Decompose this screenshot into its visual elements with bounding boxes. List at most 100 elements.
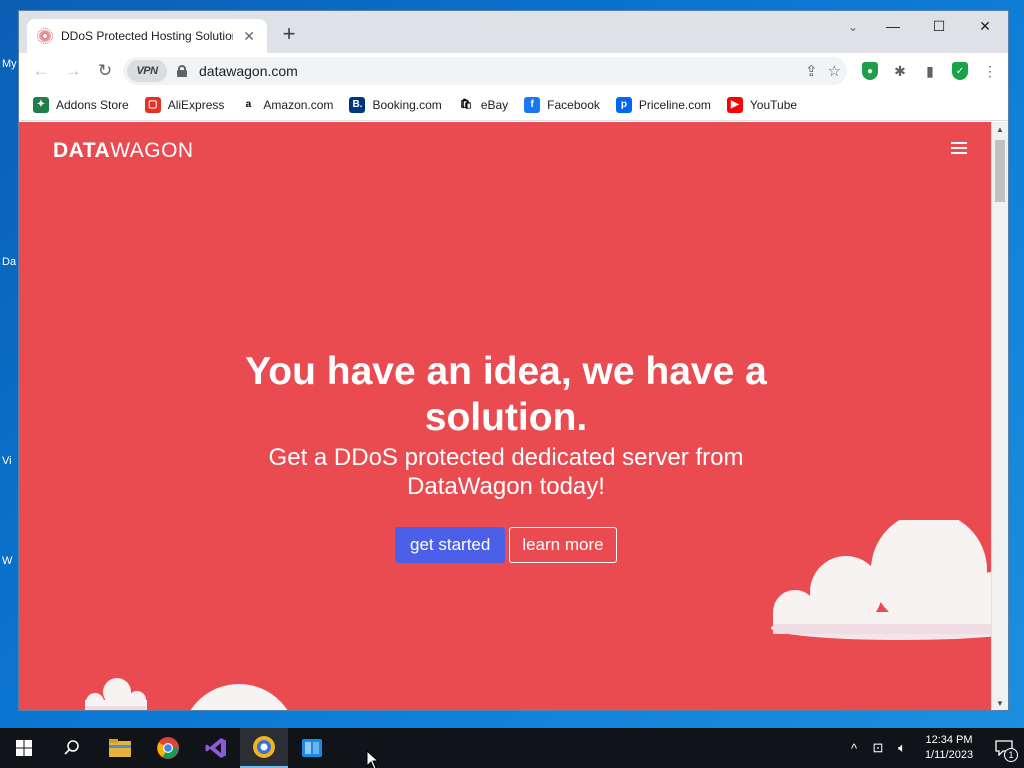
desktop-icon-label[interactable]: My: [2, 58, 17, 70]
bookmark-favicon-icon: p: [615, 96, 632, 113]
tab-title: DDoS Protected Hosting Solution: [61, 29, 234, 43]
desktop-icon-label[interactable]: Vi: [2, 455, 12, 467]
new-tab-button[interactable]: +: [277, 23, 301, 47]
vpn-extension-icon[interactable]: ●: [860, 61, 880, 81]
scroll-down-arrow-icon[interactable]: ▼: [992, 696, 1008, 710]
lock-icon[interactable]: [177, 65, 187, 77]
network-icon[interactable]: ⊡: [866, 740, 890, 756]
hamburger-menu-icon[interactable]: [951, 142, 967, 154]
scroll-thumb[interactable]: [995, 140, 1005, 202]
taskbar: ^ ⊡ 🔈︎ 12:34 PM 1/11/2023 1: [0, 728, 1024, 768]
browser-taskbar-button-active[interactable]: [240, 728, 288, 768]
bookmark-favicon-icon: ✦: [33, 96, 49, 113]
notification-count-badge: 1: [1004, 748, 1018, 762]
bookmark-label: Priceline.com: [638, 97, 711, 112]
volume-icon[interactable]: 🔈︎: [890, 740, 914, 756]
bookmark-favicon-icon: ▶: [726, 96, 743, 113]
bookmark-favicon-icon: f: [524, 96, 541, 113]
bookmark-label: Amazon.com: [263, 97, 334, 112]
side-panel-icon[interactable]: ▮: [920, 61, 940, 81]
bookmark-star-icon[interactable]: ☆: [828, 62, 841, 80]
extension-icons: ● ✱ ▮ ✓ ⋮: [860, 57, 1000, 85]
start-button[interactable]: [0, 728, 48, 768]
desktop-icon-label[interactable]: W: [2, 555, 12, 567]
chevron-up-icon[interactable]: ^: [842, 741, 866, 756]
hero-title: You have an idea, we have a solution.: [19, 349, 993, 441]
clock[interactable]: 12:34 PM 1/11/2023: [914, 733, 984, 763]
cloud-illustration-right: [771, 520, 993, 640]
tab-search-icon[interactable]: ⌄: [838, 17, 868, 37]
reload-button[interactable]: ↻: [89, 55, 121, 87]
hero-title-line: solution.: [424, 396, 588, 439]
bookmark-label: Booking.com: [372, 97, 442, 112]
clock-time: 12:34 PM: [925, 734, 973, 746]
bookmark-favicon-icon: ▢: [144, 96, 161, 113]
bookmark-label: AliExpress: [167, 97, 225, 112]
webpage-hero: DATAWAGON You have an idea, we have a so…: [19, 122, 993, 710]
cloud-illustration-small: [85, 678, 147, 710]
page-scrollbar[interactable]: ▲ ▼: [991, 122, 1008, 710]
bookmarks-bar: ✦ Addons Store ▢ AliExpress a Amazon.com B. Boo…: [19, 89, 1008, 121]
security-shield-icon[interactable]: ✓: [950, 61, 970, 81]
bookmark-item[interactable]: p Priceline.com: [615, 96, 711, 113]
browser-window: DDoS Protected Hosting Solution ✕ + ⌄ — …: [18, 10, 1009, 711]
hero-subtitle-line: Get a DDoS protected dedicated server fr…: [268, 444, 744, 471]
site-logo[interactable]: DATAWAGON: [53, 139, 194, 163]
learn-more-button[interactable]: learn more: [509, 527, 617, 563]
visual-studio-icon: [205, 738, 226, 758]
clock-date: 1/11/2023: [924, 749, 974, 761]
windows-logo-icon: [16, 740, 32, 756]
logo-light-text: WAGON: [110, 139, 194, 162]
bookmark-item[interactable]: f Facebook: [524, 96, 600, 113]
bookmark-item[interactable]: ✦ Addons Store: [33, 96, 129, 113]
folder-icon: [109, 739, 131, 757]
search-icon: [64, 740, 79, 755]
cloud-illustration-bottom: [190, 684, 288, 710]
extensions-puzzle-icon[interactable]: ✱: [890, 61, 910, 81]
scroll-up-arrow-icon[interactable]: ▲: [992, 122, 1008, 138]
bookmark-label: YouTube: [749, 97, 798, 112]
maximize-button[interactable]: ☐: [916, 11, 962, 41]
bookmark-favicon-icon: a: [240, 96, 257, 113]
bookmark-item[interactable]: ▶ YouTube: [726, 96, 798, 113]
bookmark-label: eBay: [480, 97, 509, 112]
visual-studio-taskbar-button[interactable]: [192, 728, 240, 768]
chrome-taskbar-button[interactable]: [144, 728, 192, 768]
forward-button[interactable]: →: [57, 55, 89, 87]
back-button[interactable]: ←: [25, 55, 57, 87]
browser-menu-icon[interactable]: ⋮: [980, 61, 1000, 81]
bookmark-item[interactable]: ▢ AliExpress: [144, 96, 225, 113]
file-explorer-taskbar-button[interactable]: [96, 728, 144, 768]
url-text[interactable]: datawagon.com: [199, 63, 298, 79]
app-taskbar-button[interactable]: [288, 728, 336, 768]
bookmark-favicon-icon: B.: [349, 96, 366, 113]
mouse-cursor-icon: [366, 750, 380, 768]
hero-subtitle-line: DataWagon today!: [407, 473, 605, 500]
hero-title-line: You have an idea, we have a: [245, 350, 767, 393]
bookmark-item[interactable]: 🛍 eBay: [457, 96, 509, 113]
address-bar[interactable]: VPN datawagon.com ⇪ ☆: [123, 57, 847, 85]
window-controls: — ☐ ✕: [870, 11, 1008, 41]
hero-buttons: get started learn more: [395, 527, 617, 563]
get-started-button[interactable]: get started: [395, 527, 506, 563]
share-icon[interactable]: ⇪: [805, 62, 818, 80]
bookmark-label: Facebook: [547, 97, 600, 112]
logo-bold-text: DATA: [53, 139, 111, 162]
tab-close-icon[interactable]: ✕: [241, 28, 257, 45]
close-window-button[interactable]: ✕: [962, 11, 1008, 41]
tab-strip: DDoS Protected Hosting Solution ✕ + ⌄ — …: [19, 11, 1008, 53]
bookmark-favicon-icon: 🛍: [457, 96, 474, 113]
desktop-icons-strip: My Da Vi W: [0, 0, 18, 728]
bookmark-item[interactable]: B. Booking.com: [349, 96, 442, 113]
blue-app-icon: [302, 739, 322, 757]
tab-active[interactable]: DDoS Protected Hosting Solution ✕: [27, 19, 267, 53]
search-taskbar-button[interactable]: [48, 728, 96, 768]
minimize-button[interactable]: —: [870, 11, 916, 41]
notifications-button[interactable]: 1: [984, 728, 1024, 768]
chrome-icon: [157, 737, 179, 759]
vpn-badge[interactable]: VPN: [127, 60, 167, 82]
site-favicon-icon: [37, 28, 53, 44]
bookmark-item[interactable]: a Amazon.com: [240, 96, 334, 113]
desktop-icon-label[interactable]: Da: [2, 256, 16, 268]
hero-subtitle: Get a DDoS protected dedicated server fr…: [19, 443, 993, 501]
